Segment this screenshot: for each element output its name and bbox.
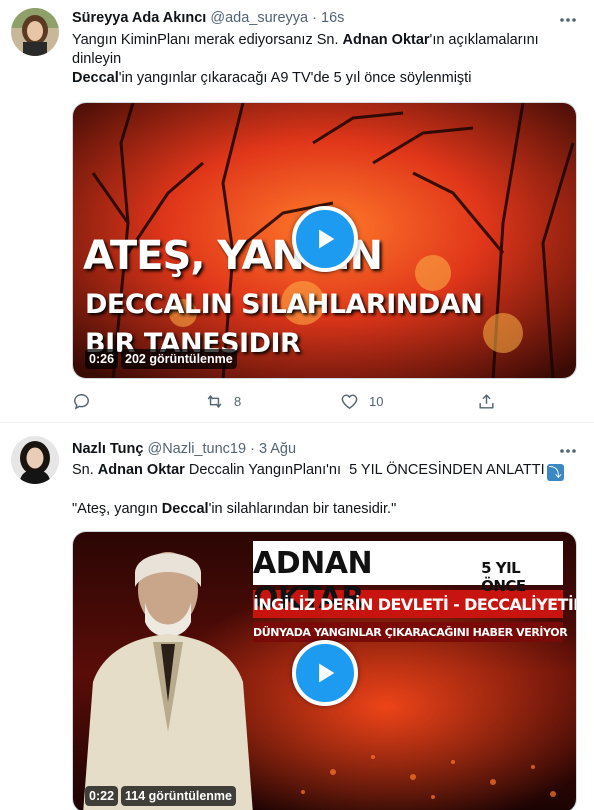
banner-line3: DÜNYADA YANGINLAR ÇIKARACAĞINI HABER VER… [253, 626, 568, 639]
text-segment: Deccalin YangınPlanı'nı 5 YIL ÖNCESİNDEN… [184, 462, 545, 478]
retweet-icon [207, 395, 222, 408]
view-count: 114 görüntülenme [121, 786, 237, 806]
timestamp[interactable]: 3 Ağu [259, 441, 296, 457]
view-count: 202 görüntülenme [121, 349, 237, 369]
video-stats: 0:26 202 görüntülenme [85, 349, 237, 369]
text-segment: Sn. [72, 462, 98, 478]
tweet-header: Nazlı Tunç @Nazli_tunc19 · 3 Ağu [72, 440, 554, 458]
reply-icon [74, 394, 89, 410]
mention-bold: Adnan Oktar [97, 462, 185, 478]
arrow-down-right-emoji-icon: ⤵ [546, 464, 564, 481]
video-player[interactable]: ADNAN OKTAR 5 YIL ÖNCE İNGİLİZ DERİN DEVL… [72, 531, 577, 810]
text-bold: Deccal [161, 501, 209, 517]
tweet-text: Yangın KiminPlanı merak ediyorsanız Sn. … [72, 31, 577, 88]
separator: · [250, 441, 255, 457]
mention-bold: Adnan Oktar [342, 32, 430, 48]
text-segment: 'in silahlarından bir tanesidir." [208, 501, 397, 517]
text-segment: 'ın açıklamalarını [429, 32, 539, 48]
avatar[interactable] [11, 436, 59, 484]
separator: · [312, 10, 317, 26]
like-icon [341, 394, 358, 410]
tweet-actions: 8 10 [72, 392, 502, 412]
play-icon [319, 663, 335, 683]
like-count: 10 [369, 394, 384, 409]
author-name[interactable]: Süreyya Ada Akıncı [72, 10, 206, 26]
banner-line2: İNGİLİZ DERİN DEVLETİ - DECCALİYETİN [253, 595, 577, 614]
retweet-button[interactable]: 8 [205, 392, 241, 411]
timestamp[interactable]: 16s [321, 10, 344, 26]
play-button[interactable] [292, 206, 358, 272]
video-stats: 0:22 114 görüntülenme [85, 786, 237, 806]
avatar[interactable] [11, 8, 59, 56]
more-icon[interactable] [558, 14, 578, 32]
text-line: dinleyin [72, 51, 122, 67]
tweet[interactable]: Nazlı Tunç @Nazli_tunc19 · 3 Ağu Sn. Adn… [0, 423, 594, 810]
video-player[interactable]: ATEŞ, YANGIN DECCALIN SILAHLARINDAN BIR … [72, 102, 577, 379]
text-segment: "Ateş, yangın [72, 501, 162, 517]
video-duration: 0:26 [85, 349, 119, 369]
tweet-text: Sn. Adnan Oktar Deccalin YangınPlanı'nı … [72, 461, 577, 519]
share-icon [479, 394, 494, 409]
text-bold: Deccal [72, 70, 119, 86]
play-icon [319, 229, 335, 249]
tweet-header: Süreyya Ada Akıncı @ada_sureyya · 16s [72, 9, 554, 27]
text-segment: 'in yangınlar çıkaracağı A9 TV'de 5 yıl … [118, 70, 472, 86]
like-button[interactable]: 10 [340, 392, 383, 411]
text-segment: Yangın KiminPlanı merak ediyorsanız Sn. [72, 32, 343, 48]
reply-button[interactable] [72, 392, 91, 411]
play-button[interactable] [292, 640, 358, 706]
author-name[interactable]: Nazlı Tunç [72, 441, 143, 457]
banner-title-sub: 5 YIL ÖNCE [481, 559, 526, 595]
video-duration: 0:22 [85, 786, 119, 806]
author-handle[interactable]: @Nazli_tunc19 [147, 441, 246, 457]
share-button[interactable] [477, 392, 496, 411]
tweet[interactable]: Süreyya Ada Akıncı @ada_sureyya · 16s Ya… [0, 0, 594, 422]
author-handle[interactable]: @ada_sureyya [210, 10, 308, 26]
retweet-count: 8 [234, 394, 242, 409]
video-caption-line2: DECCALIN SILAHLARINDAN [85, 289, 483, 320]
